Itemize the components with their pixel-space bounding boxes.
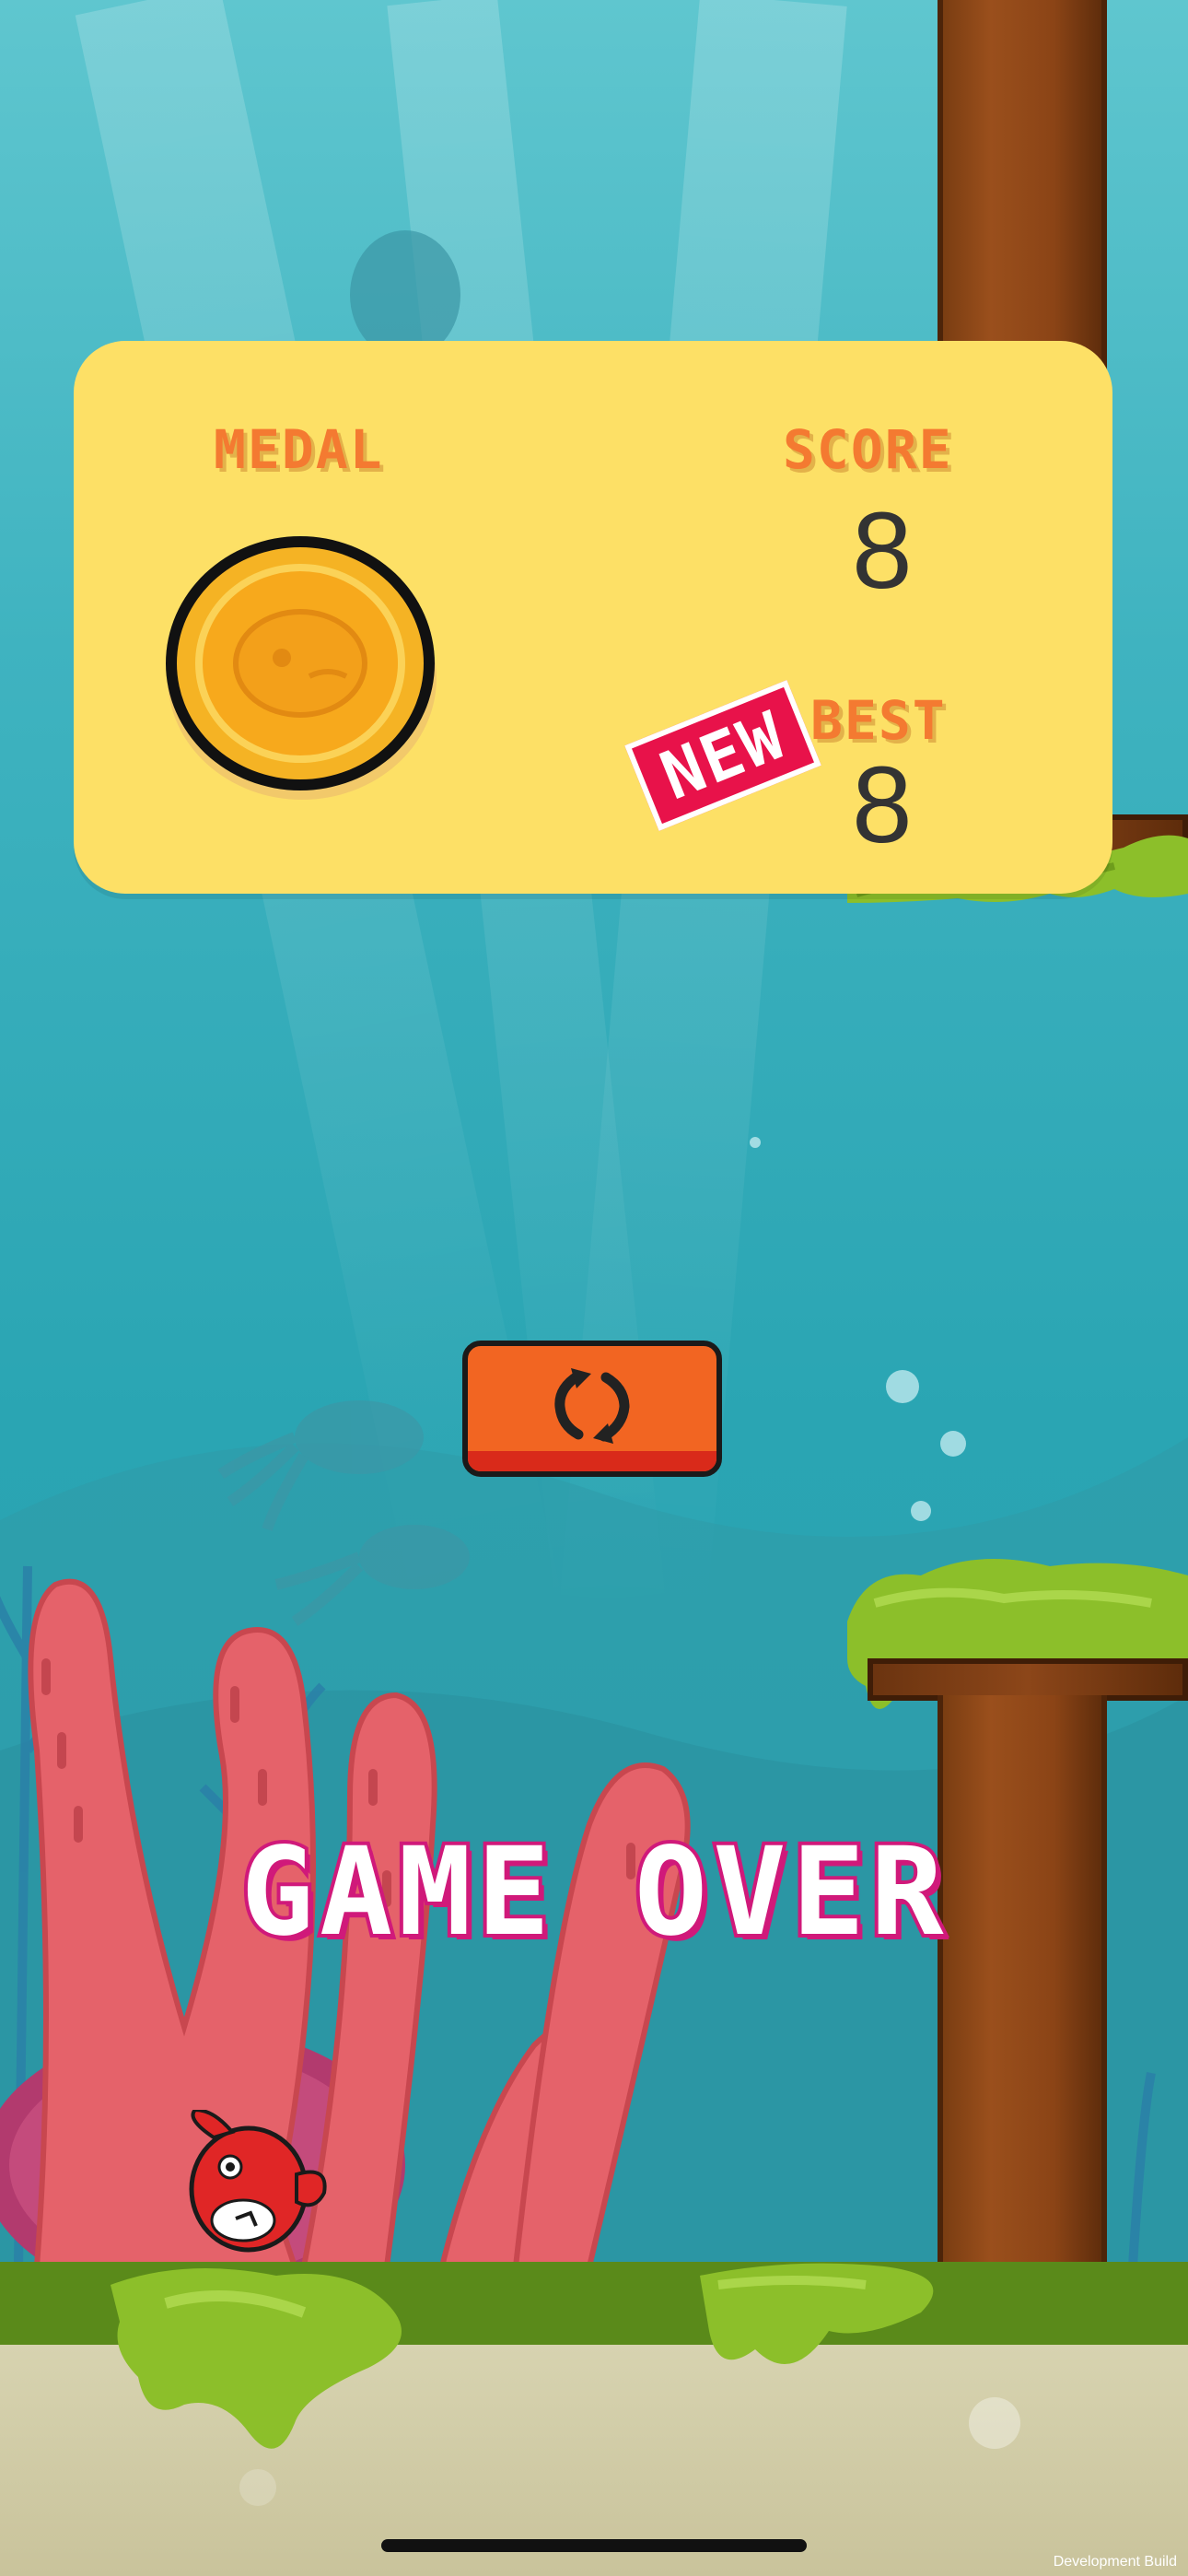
medal-label: MEDAL bbox=[214, 418, 384, 481]
score-label: SCORE bbox=[783, 418, 953, 481]
score-value: 8 bbox=[852, 490, 913, 612]
refresh-icon bbox=[554, 1368, 630, 1444]
red-fish-player bbox=[189, 2110, 327, 2253]
home-indicator[interactable] bbox=[381, 2539, 807, 2552]
game-scene[interactable]: MEDAL SCORE 8 BEST 8 NEW GAME OVER Devel… bbox=[0, 0, 1188, 2576]
score-panel: MEDAL SCORE 8 BEST 8 bbox=[74, 341, 1112, 894]
gold-medal-icon bbox=[166, 536, 437, 800]
seafloor-bubbles bbox=[239, 2397, 1020, 2506]
bottom-pipe bbox=[938, 1695, 1107, 2266]
button-shade bbox=[468, 1451, 716, 1471]
replay-button[interactable] bbox=[462, 1341, 722, 1477]
game-over-text: GAME OVER bbox=[237, 1818, 949, 1967]
game-over-title: GAME OVER bbox=[237, 1818, 952, 1967]
development-build-label: Development Build bbox=[1053, 2554, 1177, 2570]
best-value: 8 bbox=[852, 744, 913, 866]
